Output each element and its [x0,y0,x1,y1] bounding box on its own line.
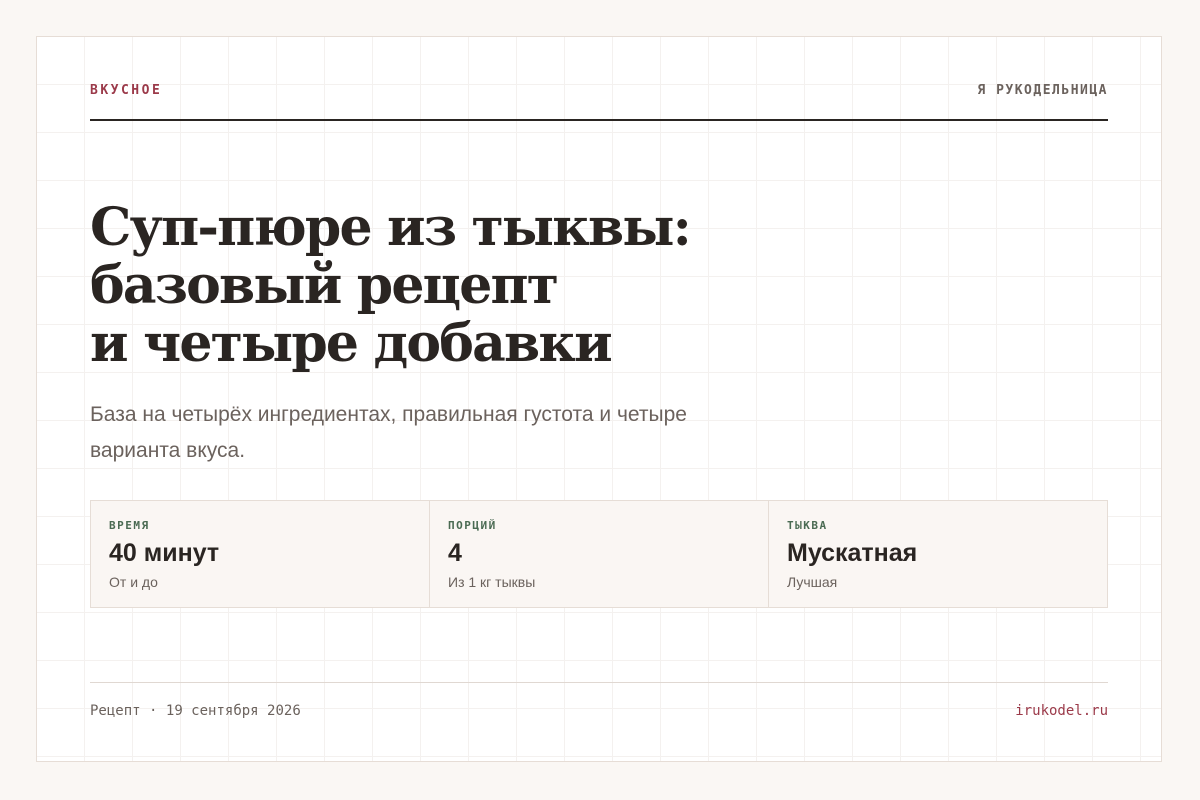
card-content: ВКУСНОЕ Я РУКОДЕЛЬНИЦА Суп-пюре из тыквы… [90,37,1108,761]
footer-meta: Рецепт · 19 сентября 2026 [90,703,301,719]
site-name[interactable]: Я РУКОДЕЛЬНИЦА [977,83,1108,98]
article-card: ВКУСНОЕ Я РУКОДЕЛЬНИЦА Суп-пюре из тыквы… [36,36,1162,762]
header-bar: ВКУСНОЕ Я РУКОДЕЛЬНИЦА [90,83,1108,121]
title-line: и четыре добавки [90,313,613,374]
footer-separator: · [149,703,158,719]
stat-label: ВРЕМЯ [109,519,150,532]
footer-date: 19 сентября 2026 [165,703,301,719]
title-line: базовый рецепт [90,255,559,316]
stat-note: Лучшая [787,574,838,590]
stat-label: ТЫКВА [787,519,828,532]
stat-value: 4 [448,539,462,567]
footer: Рецепт · 19 сентября 2026 irukodel.ru [90,682,1108,733]
page-subtitle: База на четырёх ингредиентах, правильная… [90,403,687,462]
stat-pumpkin: ТЫКВА Мускатная Лучшая [768,501,1107,607]
page-title: Суп-пюре из тыквы: базовый рецепт и четы… [90,199,790,373]
stat-value: Мускатная [787,539,918,567]
stat-value: 40 минут [109,539,220,567]
footer-domain-link[interactable]: irukodel.ru [1015,703,1108,719]
stat-label: ПОРЦИЙ [448,519,497,532]
title-line: Суп-пюре из тыквы: [90,197,692,258]
footer-category: Рецепт [90,703,141,719]
recipe-stats: ВРЕМЯ 40 минут От и до ПОРЦИЙ 4 Из 1 кг … [90,500,1108,608]
stat-note: От и до [109,574,158,590]
stat-time: ВРЕМЯ 40 минут От и до [91,501,429,607]
stat-note: Из 1 кг тыквы [448,574,536,590]
section-brand[interactable]: ВКУСНОЕ [90,83,162,98]
stat-servings: ПОРЦИЙ 4 Из 1 кг тыквы [429,501,768,607]
